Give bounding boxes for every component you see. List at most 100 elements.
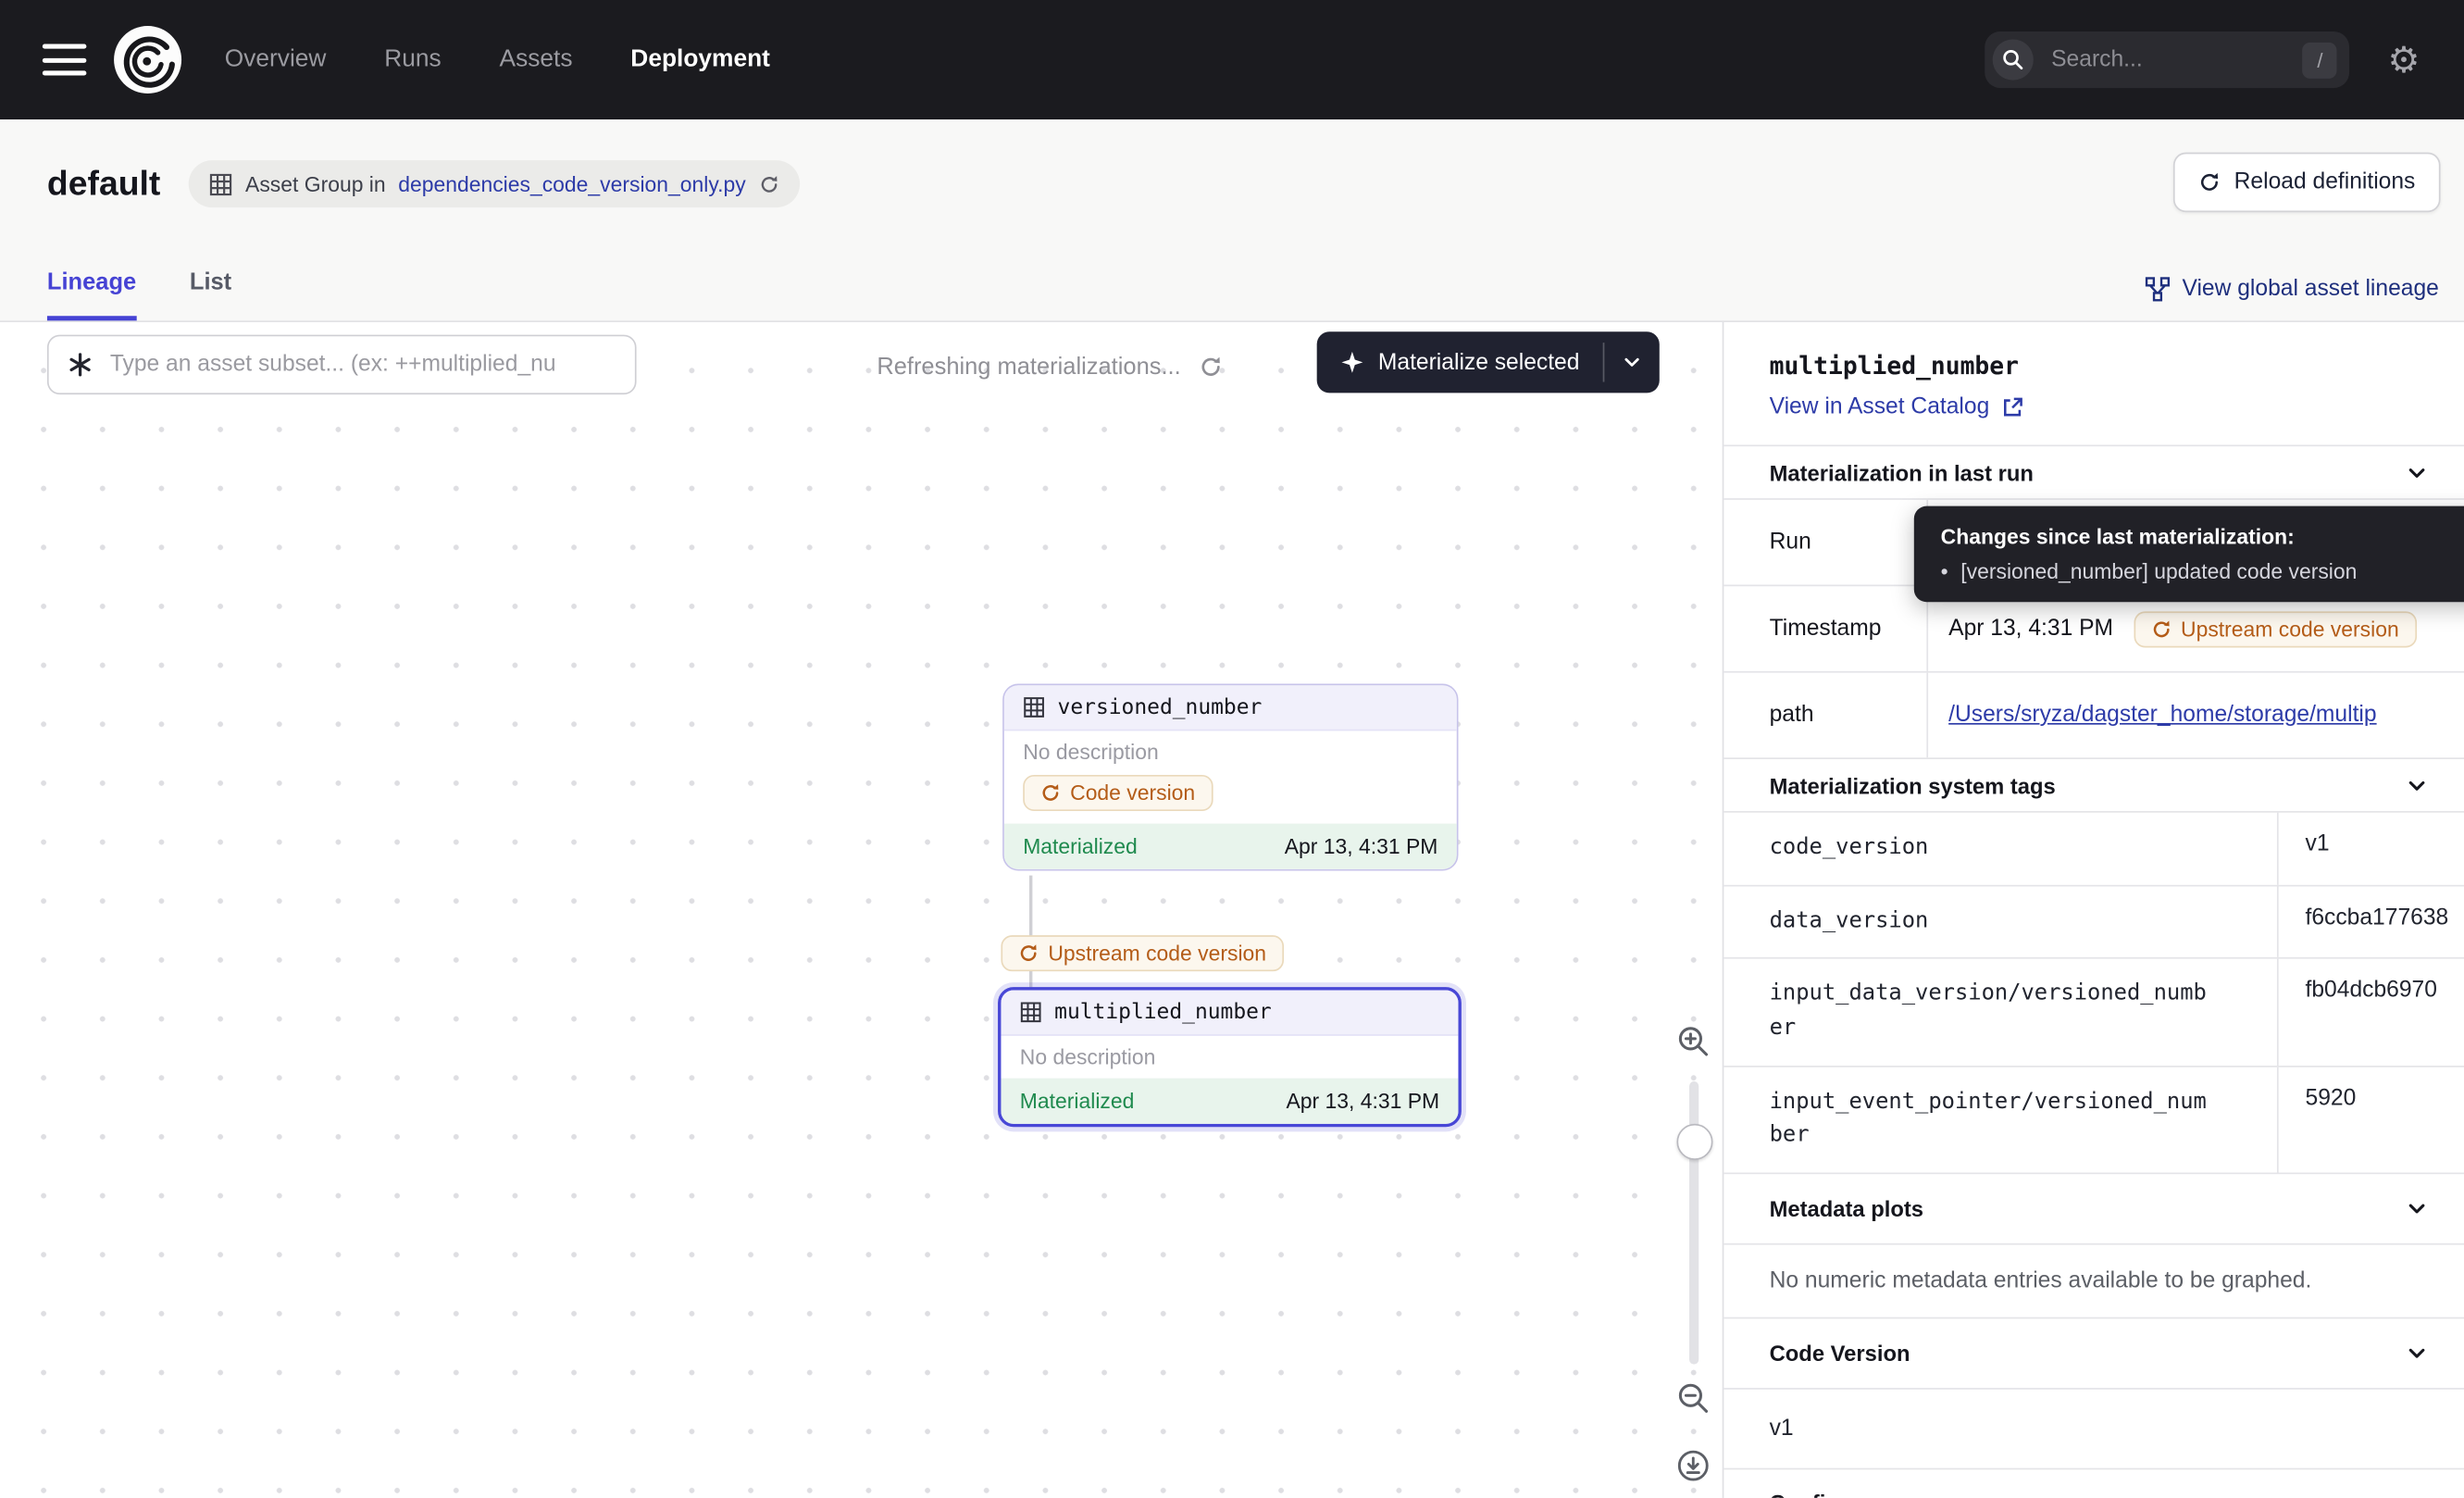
upstream-code-version-tag: Upstream code version: [2134, 611, 2416, 647]
system-tag-row: input_data_version/versioned_number fb04…: [1724, 959, 2464, 1067]
panel-asset-title: multiplied_number: [1770, 352, 2464, 381]
asset-grid-icon: [1023, 696, 1045, 718]
reload-icon: [2198, 171, 2221, 193]
page-title: default: [47, 164, 160, 205]
nav-item-runs[interactable]: Runs: [384, 45, 441, 74]
storage-path-link[interactable]: /Users/sryza/dagster_home/storage/multip: [1948, 703, 2376, 728]
page-header: default Asset Group in dependencies_code…: [0, 119, 2464, 322]
zoom-in-icon[interactable]: [1676, 1025, 1710, 1058]
metadata-plots-empty-text: No numeric metadata entries available to…: [1724, 1245, 2464, 1319]
materialize-dropdown-caret[interactable]: [1605, 331, 1660, 393]
asset-details-panel: multiplied_number View in Asset Catalog …: [1723, 322, 2464, 1498]
system-tag-row: code_version v1: [1724, 813, 2464, 886]
asset-node-versioned-number[interactable]: versioned_number No description Code ver…: [1002, 684, 1458, 871]
zoom-slider-handle[interactable]: [1676, 1124, 1712, 1160]
code-version-icon: [1040, 782, 1061, 803]
reload-definitions-button[interactable]: Reload definitions: [2172, 153, 2440, 213]
tag-key: input_event_pointer/versioned_number: [1724, 1067, 2277, 1172]
refreshing-status: Refreshing materializations...: [877, 354, 1223, 381]
tooltip-title: Changes since last materialization:: [1941, 525, 2464, 548]
tag-key: input_data_version/versioned_number: [1724, 959, 2277, 1065]
row-label: path: [1724, 673, 1926, 758]
asset-node-name: multiplied_number: [1054, 1000, 1272, 1025]
materialize-selected-button[interactable]: Materialize selected: [1317, 331, 1660, 393]
primary-nav: Overview Runs Assets Deployment: [225, 45, 770, 74]
lineage-graph-icon: [2145, 277, 2170, 302]
nav-item-overview[interactable]: Overview: [225, 45, 327, 74]
tooltip-item: [versioned_number] updated code version: [1960, 559, 2357, 582]
reload-group-icon[interactable]: [758, 174, 778, 194]
asset-subset-filter[interactable]: [47, 335, 637, 395]
settings-gear-icon[interactable]: ⚙: [2387, 42, 2420, 78]
search-shortcut-key: /: [2303, 42, 2337, 78]
view-tabs: Lineage List: [47, 268, 231, 320]
section-label: Materialization system tags: [1770, 772, 2056, 797]
code-version-tag-label: Code version: [1070, 781, 1195, 805]
global-search[interactable]: /: [1985, 31, 2350, 88]
op-selector-icon: [68, 352, 93, 377]
view-in-asset-catalog-link[interactable]: View in Asset Catalog: [1770, 394, 2024, 419]
row-label: Run: [1724, 500, 1926, 585]
hamburger-menu-icon[interactable]: [43, 44, 87, 76]
chevron-down-icon: [2408, 1200, 2426, 1218]
section-label: Code Version: [1770, 1341, 1910, 1366]
refreshing-label: Refreshing materializations...: [877, 354, 1180, 381]
definitions-file-link[interactable]: dependencies_code_version_only.py: [398, 172, 745, 195]
asset-node-name: versioned_number: [1058, 694, 1263, 719]
section-config[interactable]: Config: [1724, 1470, 2464, 1498]
download-image-icon[interactable]: [1676, 1449, 1710, 1482]
code-version-icon: [2151, 618, 2172, 639]
materialized-timestamp: Apr 13, 4:31 PM: [1285, 834, 1438, 857]
dagster-logo-icon[interactable]: [113, 25, 182, 94]
reload-definitions-label: Reload definitions: [2234, 169, 2416, 194]
materialized-status: Materialized: [1020, 1090, 1135, 1113]
top-nav-bar: Overview Runs Assets Deployment / ⚙: [0, 0, 2464, 119]
chevron-down-icon: [2408, 463, 2426, 481]
section-label: Metadata plots: [1770, 1196, 1923, 1221]
view-global-asset-lineage-link[interactable]: View global asset lineage: [2145, 277, 2439, 302]
section-materialization-system-tags[interactable]: Materialization system tags: [1724, 759, 2464, 813]
external-link-icon: [2002, 396, 2024, 418]
tag-key: data_version: [1724, 886, 2277, 958]
search-icon: [1993, 39, 2034, 80]
system-tag-row: data_version f6ccba177638: [1724, 886, 2464, 959]
asset-group-badge: Asset Group in dependencies_code_version…: [189, 160, 800, 207]
code-version-value: v1: [1724, 1390, 2464, 1470]
section-materialization-in-last-run[interactable]: Materialization in last run: [1724, 444, 2464, 499]
edge-tag-label: Upstream code version: [1048, 942, 1266, 965]
row-label: Timestamp: [1724, 586, 1926, 671]
chevron-down-icon: [2408, 1344, 2426, 1363]
code-version-tag: Code version: [1023, 775, 1213, 811]
section-code-version[interactable]: Code Version: [1724, 1319, 2464, 1390]
view-in-asset-catalog-label: View in Asset Catalog: [1770, 394, 1990, 419]
tag-value: fb04dcb6970: [2277, 959, 2464, 1065]
tag-value: 5920: [2277, 1067, 2464, 1172]
system-tag-row: input_event_pointer/versioned_number 592…: [1724, 1067, 2464, 1174]
section-label: Materialization in last run: [1770, 460, 2034, 485]
changes-tooltip: Changes since last materialization: • [v…: [1914, 506, 2464, 603]
materialized-timestamp: Apr 13, 4:31 PM: [1286, 1090, 1439, 1113]
asset-group-badge-text: Asset Group in: [245, 172, 386, 195]
search-input[interactable]: [2048, 45, 2303, 74]
tooltip-bullet: •: [1941, 559, 1948, 582]
materialize-selected-label: Materialize selected: [1378, 350, 1580, 375]
upstream-code-version-label: Upstream code version: [2181, 617, 2399, 640]
sparkle-icon: [1340, 351, 1363, 374]
code-version-icon: [1018, 943, 1039, 964]
dagster-app: Overview Runs Assets Deployment / ⚙ defa…: [0, 0, 2464, 1498]
materialized-status: Materialized: [1023, 834, 1138, 857]
lineage-canvas[interactable]: Refreshing materializations... Materiali…: [0, 322, 1723, 1498]
section-metadata-plots[interactable]: Metadata plots: [1724, 1174, 2464, 1244]
asset-group-grid-icon: [209, 172, 232, 195]
tag-key: code_version: [1724, 813, 2277, 885]
nav-item-assets[interactable]: Assets: [500, 45, 573, 74]
tag-value: v1: [2277, 813, 2464, 885]
nav-item-deployment[interactable]: Deployment: [630, 45, 770, 74]
asset-subset-input[interactable]: [106, 351, 616, 380]
tab-list[interactable]: List: [190, 268, 231, 320]
zoom-out-icon[interactable]: [1676, 1381, 1710, 1415]
refresh-icon[interactable]: [1200, 356, 1223, 379]
asset-node-multiplied-number[interactable]: multiplied_number No description Materia…: [998, 987, 1462, 1127]
view-global-asset-lineage-label: View global asset lineage: [2182, 277, 2438, 302]
tab-lineage[interactable]: Lineage: [47, 268, 136, 320]
